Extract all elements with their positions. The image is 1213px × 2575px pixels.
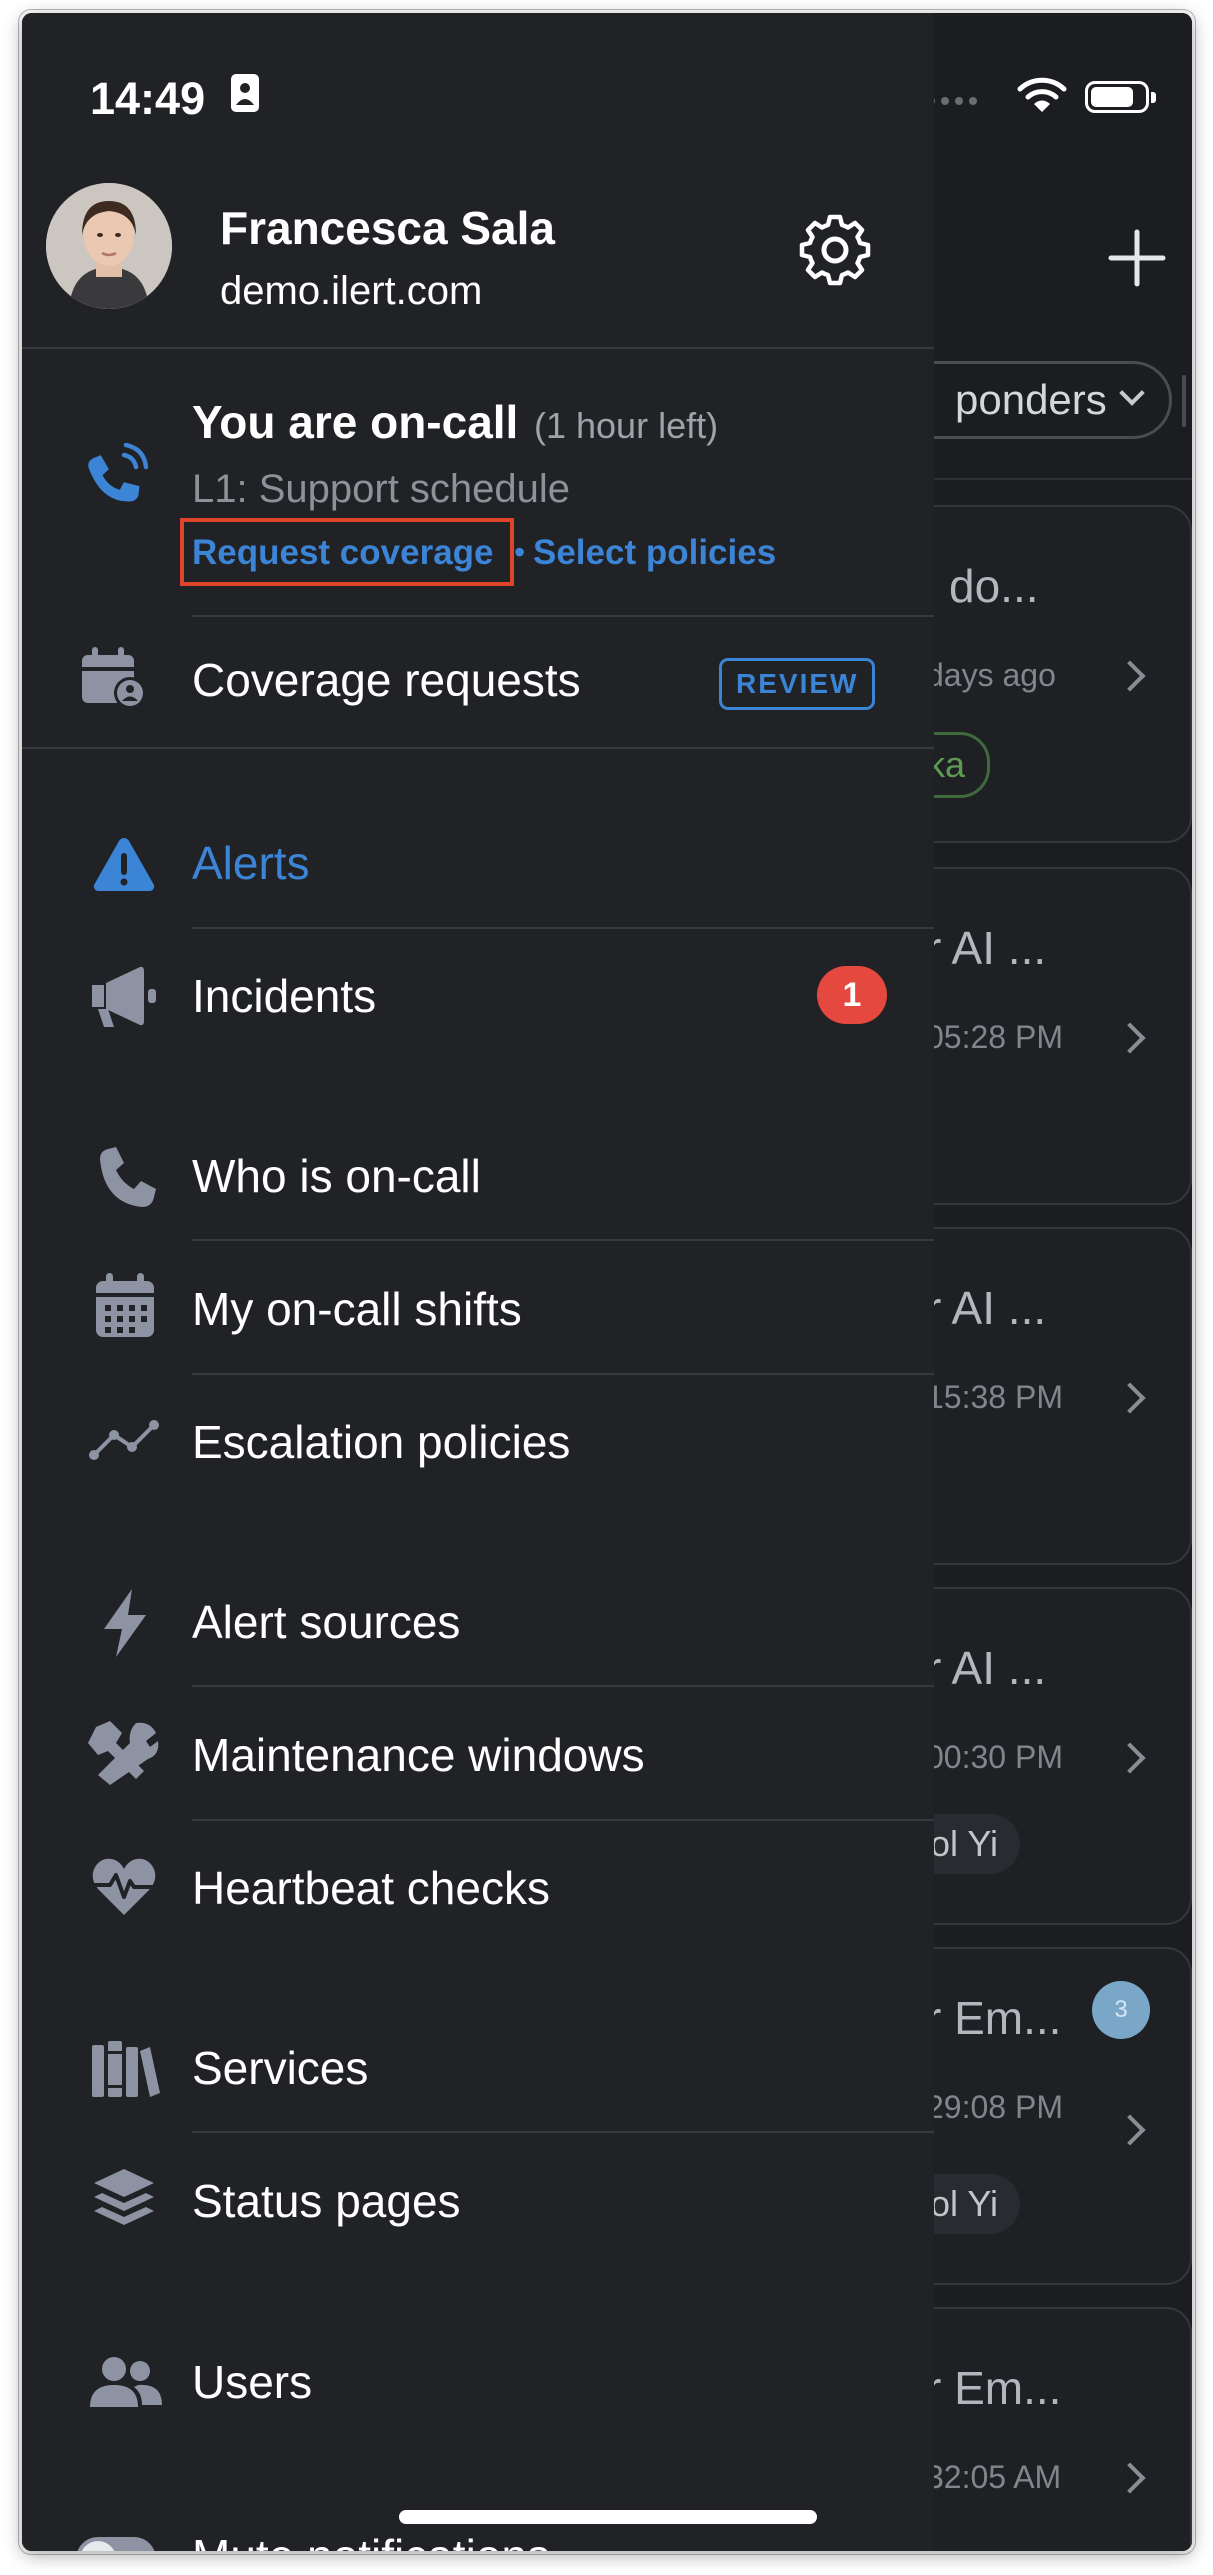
nav-maintenance-windows[interactable]: Maintenance windows bbox=[192, 1728, 645, 1782]
alert-card-title: r AI ... bbox=[926, 1642, 1047, 1694]
request-coverage-link[interactable]: Request coverage bbox=[192, 533, 494, 573]
calendar-user-icon bbox=[82, 647, 146, 709]
alert-card-time: 15:38 PM bbox=[926, 1379, 1063, 1415]
megaphone-icon bbox=[92, 966, 156, 1027]
id-card-icon bbox=[231, 74, 259, 112]
oncall-time-left: (1 hour left) bbox=[534, 405, 719, 446]
nav-services[interactable]: Services bbox=[192, 2041, 368, 2095]
lightning-icon bbox=[104, 1589, 146, 1657]
nav-mute-notifications[interactable]: Mute notifications bbox=[192, 2529, 550, 2551]
alert-card-time: 00:30 PM bbox=[926, 1739, 1063, 1775]
comment-count-badge: 3 bbox=[1092, 1981, 1150, 2039]
alert-card-time: 29:08 PM bbox=[926, 2089, 1063, 2125]
chevron-right-icon bbox=[1114, 2462, 1146, 2494]
profile-domain: demo.ilert.com bbox=[220, 269, 483, 313]
battery-icon bbox=[1085, 81, 1156, 113]
gear-icon[interactable] bbox=[798, 213, 872, 287]
filter-chip-edge bbox=[1182, 375, 1186, 427]
chevron-right-icon bbox=[1114, 660, 1146, 692]
incidents-count-badge: 1 bbox=[817, 966, 887, 1024]
oncall-title: You are on-call bbox=[192, 396, 519, 448]
nav-users[interactable]: Users bbox=[192, 2355, 312, 2409]
heartbeat-icon bbox=[92, 1858, 156, 1915]
alert-triangle-icon bbox=[93, 838, 155, 891]
nav-escalation-policies[interactable]: Escalation policies bbox=[192, 1415, 570, 1469]
chevron-right-icon bbox=[1114, 2114, 1146, 2146]
alert-card-time: 32:05 AM bbox=[926, 2459, 1062, 2495]
nav-status-pages[interactable]: Status pages bbox=[192, 2174, 461, 2228]
tools-icon bbox=[88, 1721, 159, 1785]
chevron-down-icon bbox=[1119, 380, 1145, 406]
escalation-chart-icon bbox=[89, 1420, 159, 1460]
chevron-right-icon bbox=[1114, 1022, 1146, 1054]
alert-card-title: r AI ... bbox=[926, 922, 1047, 974]
alert-card-title: r Em... bbox=[926, 2362, 1062, 2414]
mute-toggle[interactable] bbox=[76, 2537, 156, 2551]
calendar-icon bbox=[96, 1273, 154, 1337]
coverage-requests-label[interactable]: Coverage requests bbox=[192, 653, 581, 707]
layers-icon bbox=[94, 2169, 154, 2225]
navigation-drawer: 14:49 Francesca Sala demo.ilert.com You … bbox=[22, 13, 934, 2551]
avatar[interactable] bbox=[46, 183, 172, 309]
status-time: 14:49 bbox=[90, 73, 206, 124]
nav-my-on-call-shifts[interactable]: My on-call shifts bbox=[192, 1282, 522, 1336]
alert-card-title: l do... bbox=[926, 560, 1039, 612]
phone-ringing-icon bbox=[88, 442, 149, 502]
nav-alert-sources[interactable]: Alert sources bbox=[192, 1595, 460, 1649]
users-icon bbox=[90, 2357, 162, 2407]
review-badge: REVIEW bbox=[719, 658, 876, 710]
chevron-right-icon bbox=[1114, 1742, 1146, 1774]
alert-card-title: r AI ... bbox=[926, 1282, 1047, 1334]
alert-card-time: 05:28 PM bbox=[926, 1019, 1063, 1055]
alert-card-time: days ago bbox=[926, 657, 1056, 693]
phone-icon bbox=[100, 1147, 156, 1207]
wifi-icon bbox=[1017, 77, 1067, 112]
add-icon[interactable] bbox=[1107, 228, 1167, 288]
profile-name: Francesca Sala bbox=[220, 202, 556, 254]
responders-filter-label: ponders bbox=[955, 376, 1107, 423]
phone-screen: ponders l do... days ago pka r AI ... 05… bbox=[22, 13, 1192, 2551]
books-icon bbox=[92, 2041, 160, 2097]
home-indicator bbox=[399, 2510, 817, 2524]
alert-card-title: r Em... bbox=[926, 1992, 1062, 2044]
nav-alerts[interactable]: Alerts bbox=[192, 836, 310, 890]
link-separator: • bbox=[514, 534, 526, 570]
nav-who-is-on-call[interactable]: Who is on-call bbox=[192, 1149, 481, 1203]
signal-dots bbox=[927, 97, 977, 105]
nav-incidents[interactable]: Incidents bbox=[192, 969, 376, 1023]
oncall-schedule: L1: Support schedule bbox=[192, 467, 571, 511]
select-policies-link[interactable]: Select policies bbox=[533, 533, 776, 573]
nav-heartbeat-checks[interactable]: Heartbeat checks bbox=[192, 1861, 550, 1915]
chevron-right-icon bbox=[1114, 1382, 1146, 1414]
